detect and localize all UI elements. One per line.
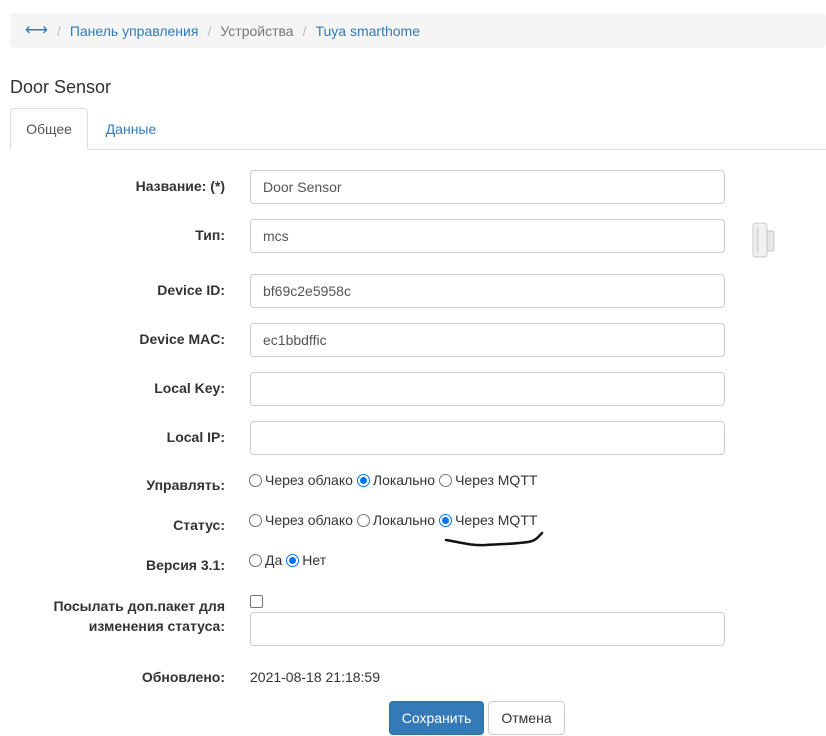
radio-label: Локально	[372, 472, 436, 488]
local-ip-label: Local IP:	[166, 429, 225, 445]
name-label: Название: (*)	[135, 178, 225, 194]
status-option-mqtt[interactable]: Через MQTT	[439, 512, 537, 528]
underline-annotation	[444, 531, 544, 547]
control-option-local[interactable]: Локально	[356, 472, 436, 488]
tab-general[interactable]: Общее	[10, 108, 88, 150]
save-button[interactable]: Сохранить	[389, 701, 484, 735]
radio-label: Да	[265, 552, 283, 568]
cancel-button[interactable]: Отмена	[488, 701, 565, 735]
breadcrumb-link-tuya[interactable]: Tuya smarthome	[315, 23, 420, 39]
type-input[interactable]	[250, 219, 725, 253]
breadcrumb-separator: /	[56, 22, 61, 39]
version-option-no[interactable]: Нет	[286, 552, 326, 568]
device-id-input[interactable]	[250, 274, 725, 308]
extra-packet-label-line1: Посылать доп.пакет для	[53, 598, 225, 614]
name-input[interactable]	[250, 170, 725, 204]
radio-button[interactable]	[356, 513, 370, 527]
radio-button[interactable]	[249, 473, 262, 487]
local-ip-input[interactable]	[250, 421, 725, 455]
radio-label: Через MQTT	[455, 472, 538, 488]
radio-button[interactable]	[286, 553, 300, 567]
extra-packet-input[interactable]	[250, 612, 725, 646]
radio-label: Нет	[302, 552, 327, 568]
radio-button[interactable]	[249, 553, 262, 567]
tab-data[interactable]: Данные	[90, 108, 172, 150]
updated-value: 2021-08-18 21:18:59	[250, 669, 380, 685]
radio-label: Локально	[372, 512, 436, 528]
radio-button[interactable]	[439, 513, 453, 527]
breadcrumb: ⟷ / Панель управления / Устройства / Tuy…	[10, 13, 826, 48]
page-title: Door Sensor	[10, 77, 112, 97]
control-option-cloud[interactable]: Через облако	[249, 472, 353, 488]
radio-button[interactable]	[249, 513, 262, 527]
updated-label: Обновлено:	[141, 669, 225, 685]
door-sensor-icon	[752, 222, 775, 258]
horizontal-arrows-icon[interactable]: ⟷	[25, 22, 48, 39]
status-option-local[interactable]: Локально	[356, 512, 436, 528]
local-key-label: Local Key:	[154, 380, 225, 396]
breadcrumb-separator: /	[207, 22, 212, 39]
device-id-label: Device ID:	[157, 282, 225, 298]
breadcrumb-link-control-panel[interactable]: Панель управления	[70, 23, 199, 39]
control-label: Управлять:	[146, 477, 225, 493]
device-mac-input[interactable]	[250, 323, 725, 357]
version-option-yes[interactable]: Да	[249, 552, 282, 568]
radio-label: Через облако	[265, 472, 353, 488]
device-mac-label: Device MAC:	[139, 331, 225, 347]
control-option-mqtt[interactable]: Через MQTT	[439, 472, 537, 488]
extra-packet-checkbox[interactable]	[250, 595, 263, 608]
breadcrumb-separator: /	[302, 22, 307, 39]
local-key-input[interactable]	[250, 372, 725, 406]
extra-packet-label-line2: изменения статуса:	[88, 618, 225, 634]
status-label: Статус:	[173, 517, 225, 533]
extra-packet-label: Посылать доп.пакет для изменения статуса…	[53, 596, 225, 636]
status-option-cloud[interactable]: Через облако	[249, 512, 353, 528]
control-radio-group: Через облако Локально Через MQTT	[249, 472, 541, 488]
radio-label: Через MQTT	[455, 512, 538, 528]
version-radio-group: Да Нет	[249, 552, 330, 568]
status-radio-group: Через облако Локально Через MQTT	[249, 512, 541, 528]
version-label: Версия 3.1:	[145, 557, 225, 573]
breadcrumb-item-devices: Устройства	[220, 22, 294, 39]
radio-label: Через облако	[265, 512, 353, 528]
radio-button[interactable]	[356, 473, 370, 487]
radio-button[interactable]	[439, 473, 453, 487]
type-label: Тип:	[195, 227, 225, 243]
